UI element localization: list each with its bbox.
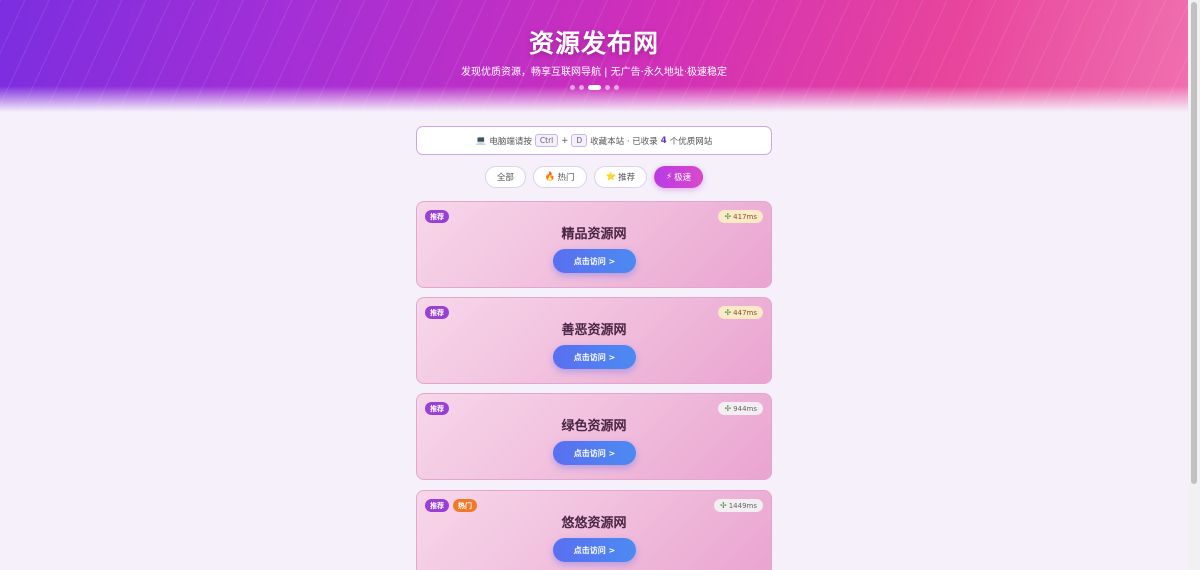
latency-value: 447ms	[733, 308, 757, 317]
tip-suffix: 收藏本站 · 已收录	[590, 136, 658, 147]
card-badges: 推荐	[425, 306, 449, 319]
speed-icon: ✢	[720, 501, 727, 510]
visit-button[interactable]: 点击访问 >	[553, 441, 636, 465]
card-badges: 推荐 热门	[425, 499, 477, 512]
recommended-badge: 推荐	[425, 499, 449, 512]
card-badges: 推荐	[425, 210, 449, 223]
recommended-badge: 推荐	[425, 402, 449, 415]
carousel-dot[interactable]	[604, 85, 610, 90]
d-key: D	[571, 134, 588, 147]
visit-button[interactable]: 点击访问 >	[553, 249, 636, 273]
filter-label: 全部	[496, 173, 514, 183]
site-card: 推荐 ✢ 447ms 善恶资源网 点击访问 >	[416, 297, 772, 384]
site-name: 精品资源网	[561, 227, 627, 242]
carousel-dot[interactable]	[569, 85, 575, 90]
latency-badge: ✢ 1449ms	[714, 499, 763, 512]
latency-badge: ✢ 447ms	[718, 306, 763, 319]
speed-icon: ✢	[724, 212, 732, 221]
carousel-dots	[0, 85, 1188, 90]
scrollbar-thumb[interactable]	[1191, 2, 1197, 484]
ctrl-key: Ctrl	[534, 134, 559, 147]
site-name: 绿色资源网	[561, 419, 627, 434]
latency-badge: ✢ 417ms	[718, 210, 763, 223]
filter-label: 推荐	[618, 173, 636, 183]
laptop-icon: 💻	[475, 135, 487, 146]
fire-icon: 🔥	[544, 172, 556, 182]
latency-badge: ✢ 944ms	[718, 402, 763, 415]
bookmark-tip: 💻 电脑端请按 Ctrl + D 收藏本站 · 已收录 4 个优质网站	[416, 126, 772, 155]
hero-banner: 资源发布网 发现优质资源，畅享互联网导航 | 无广告·永久地址·极速稳定	[0, 0, 1188, 112]
site-title: 资源发布网	[528, 29, 659, 58]
carousel-dot[interactable]	[613, 85, 619, 90]
tip-prefix: 电脑端请按	[489, 136, 532, 147]
filter-label: 热门	[557, 173, 575, 183]
latency-value: 944ms	[733, 404, 757, 413]
filter-bar: 全部 🔥 热门 ⭐ 推荐 ⚡ 极速	[0, 166, 1188, 188]
site-card: 推荐 ✢ 417ms 精品资源网 点击访问 >	[416, 201, 772, 288]
visit-button[interactable]: 点击访问 >	[553, 538, 636, 562]
lightning-icon: ⚡	[666, 172, 673, 182]
recommended-badge: 推荐	[425, 210, 449, 223]
tip-tail: 个优质网站	[669, 136, 713, 147]
filter-hot[interactable]: 🔥 热门	[532, 166, 587, 188]
filter-label: 极速	[674, 173, 692, 183]
star-icon: ⭐	[605, 172, 617, 182]
card-badges: 推荐	[425, 402, 449, 415]
tip-plus: +	[561, 135, 569, 146]
filter-recommended[interactable]: ⭐ 推荐	[593, 166, 648, 188]
hot-badge: 热门	[453, 499, 477, 512]
site-card: 推荐 ✢ 944ms 绿色资源网 点击访问 >	[416, 393, 772, 480]
site-subtitle: 发现优质资源，畅享互联网导航 | 无广告·永久地址·极速稳定	[460, 67, 728, 78]
carousel-dot[interactable]	[578, 85, 584, 90]
site-name: 善恶资源网	[561, 323, 627, 338]
carousel-dot-active[interactable]	[587, 85, 601, 90]
filter-all[interactable]: 全部	[484, 166, 526, 188]
visit-button[interactable]: 点击访问 >	[553, 345, 636, 369]
speed-icon: ✢	[724, 404, 732, 413]
site-card: 推荐 热门 ✢ 1449ms 悠悠资源网 点击访问 >	[416, 490, 772, 570]
filter-fast[interactable]: ⚡ 极速	[654, 166, 704, 188]
speed-icon: ✢	[724, 308, 732, 317]
site-count: 4	[660, 135, 667, 146]
recommended-badge: 推荐	[425, 306, 449, 319]
latency-value: 1449ms	[728, 501, 757, 510]
latency-value: 417ms	[733, 212, 757, 221]
scrollbar[interactable]	[1188, 0, 1200, 570]
site-name: 悠悠资源网	[561, 516, 627, 531]
